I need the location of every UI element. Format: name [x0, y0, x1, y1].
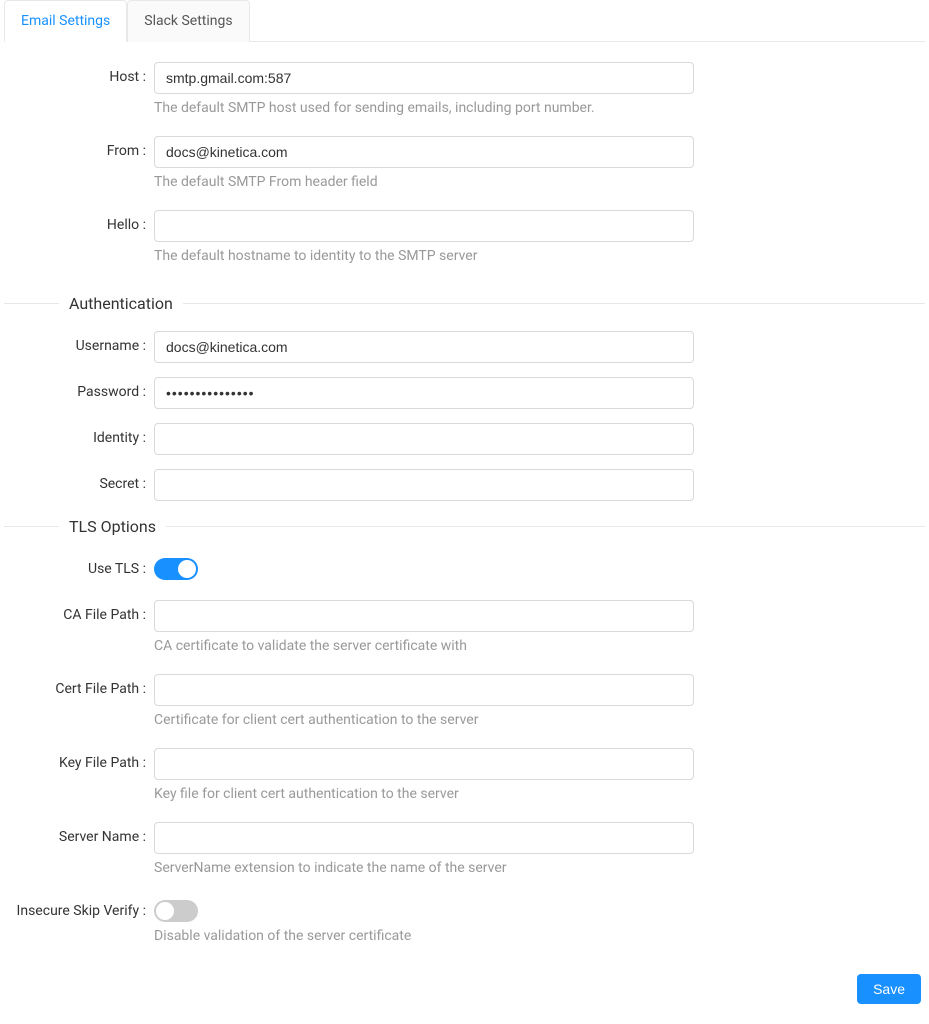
identity-input[interactable]: [154, 423, 694, 455]
hello-input[interactable]: [154, 210, 694, 242]
tab-slack-settings[interactable]: Slack Settings: [127, 0, 249, 42]
insecure-skip-verify-help: Disable validation of the server certifi…: [154, 928, 694, 944]
secret-label: Secret :: [4, 469, 154, 492]
password-input[interactable]: [154, 377, 694, 409]
host-help: The default SMTP host used for sending e…: [154, 100, 694, 116]
insecure-skip-verify-label: Insecure Skip Verify :: [4, 896, 154, 919]
tab-email-settings[interactable]: Email Settings: [4, 0, 127, 42]
ca-file-path-input[interactable]: [154, 600, 694, 632]
section-authentication: Authentication: [4, 294, 925, 313]
ca-file-path-help: CA certificate to validate the server ce…: [154, 638, 694, 654]
hello-label: Hello :: [4, 210, 154, 233]
use-tls-label: Use TLS :: [4, 554, 154, 577]
from-label: From :: [4, 136, 154, 159]
cert-file-path-input[interactable]: [154, 674, 694, 706]
server-name-input[interactable]: [154, 822, 694, 854]
from-help: The default SMTP From header field: [154, 174, 694, 190]
password-label: Password :: [4, 377, 154, 400]
from-input[interactable]: [154, 136, 694, 168]
key-file-path-help: Key file for client cert authentication …: [154, 786, 694, 802]
username-label: Username :: [4, 331, 154, 354]
host-label: Host :: [4, 62, 154, 85]
key-file-path-input[interactable]: [154, 748, 694, 780]
key-file-path-label: Key File Path :: [4, 748, 154, 771]
settings-tabs: Email Settings Slack Settings: [4, 0, 925, 42]
server-name-label: Server Name :: [4, 822, 154, 845]
insecure-skip-verify-toggle[interactable]: [154, 900, 198, 922]
save-button[interactable]: Save: [857, 974, 921, 1004]
ca-file-path-label: CA File Path :: [4, 600, 154, 623]
section-tls-options: TLS Options: [4, 517, 925, 536]
hello-help: The default hostname to identity to the …: [154, 248, 694, 264]
cert-file-path-label: Cert File Path :: [4, 674, 154, 697]
identity-label: Identity :: [4, 423, 154, 446]
username-input[interactable]: [154, 331, 694, 363]
use-tls-toggle[interactable]: [154, 558, 198, 580]
cert-file-path-help: Certificate for client cert authenticati…: [154, 712, 694, 728]
server-name-help: ServerName extension to indicate the nam…: [154, 860, 694, 876]
secret-input[interactable]: [154, 469, 694, 501]
host-input[interactable]: [154, 62, 694, 94]
